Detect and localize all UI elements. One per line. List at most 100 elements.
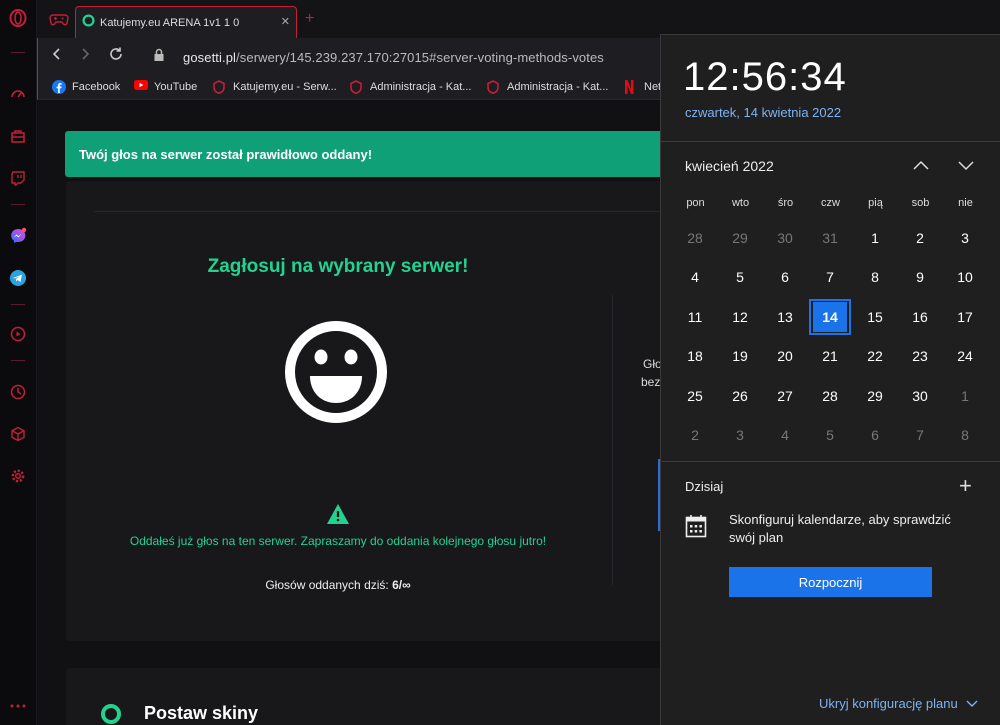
- bookmark-label: Administracja - Kat...: [507, 81, 609, 93]
- hide-plan-config-link[interactable]: Ukryj konfigurację planu: [819, 696, 978, 711]
- calendar-day-number: 24: [957, 348, 973, 364]
- calendar-day[interactable]: 18: [674, 338, 716, 374]
- bookmark-administracja-2[interactable]: Administracja - Kat...: [487, 80, 609, 95]
- sidebar-separator: [11, 52, 25, 53]
- calendar-day-number: 21: [822, 348, 838, 364]
- previous-month-chevron-up-icon[interactable]: [911, 155, 931, 175]
- calendar-day-number: 4: [691, 269, 699, 285]
- bookmark-katujemy-serwery[interactable]: Katujemy.eu - Serw...: [213, 80, 337, 95]
- calendar-day[interactable]: 28: [674, 220, 716, 256]
- calendar-day[interactable]: 27: [764, 378, 806, 414]
- messenger-icon[interactable]: [8, 226, 28, 246]
- calendar-day[interactable]: 22: [854, 338, 896, 374]
- calendar-day[interactable]: 16: [899, 299, 941, 335]
- calendar-day[interactable]: 28: [809, 378, 851, 414]
- month-title[interactable]: kwiecień 2022: [685, 158, 774, 174]
- calendar-day[interactable]: 20: [764, 338, 806, 374]
- calendar-day[interactable]: 1: [854, 220, 896, 256]
- calendar-day[interactable]: 1: [944, 378, 986, 414]
- katujemy-ring-icon: [100, 703, 122, 725]
- gx-corner-icon[interactable]: [8, 126, 28, 146]
- reload-icon[interactable]: [108, 46, 124, 67]
- calendar-day-number: 18: [687, 348, 703, 364]
- calendar-day[interactable]: 3: [944, 220, 986, 256]
- warning-triangle-icon: [326, 503, 350, 525]
- bookmark-youtube[interactable]: YouTube: [134, 80, 197, 94]
- next-month-chevron-down-icon[interactable]: [956, 155, 976, 175]
- votes-today-label: Głosów oddanych dziś:: [265, 578, 389, 592]
- forward-icon[interactable]: [78, 46, 92, 67]
- history-icon[interactable]: [8, 382, 28, 402]
- calendar-day-today[interactable]: 14: [809, 299, 851, 335]
- calendar-day[interactable]: 24: [944, 338, 986, 374]
- truncated-text: Gło: [643, 357, 662, 371]
- calendar-day[interactable]: 9: [899, 259, 941, 295]
- bookmark-netflix[interactable]: Net: [624, 80, 661, 94]
- calendar-day[interactable]: 6: [854, 417, 896, 453]
- calendar-day[interactable]: 7: [899, 417, 941, 453]
- tab-close-icon[interactable]: ✕: [281, 15, 290, 28]
- calendar-day[interactable]: 2: [899, 220, 941, 256]
- opera-logo-icon[interactable]: [8, 8, 28, 28]
- calendar-day[interactable]: 10: [944, 259, 986, 295]
- url-field[interactable]: gosetti.pl/serwery/145.239.237.170:27015…: [183, 50, 604, 65]
- lock-icon[interactable]: [153, 48, 165, 67]
- calendar-day[interactable]: 25: [674, 378, 716, 414]
- calendar-day-number: 22: [867, 348, 883, 364]
- calendar-day[interactable]: 6: [764, 259, 806, 295]
- calendar-day[interactable]: 31: [809, 220, 851, 256]
- calendar-day[interactable]: 12: [719, 299, 761, 335]
- calendar-day[interactable]: 19: [719, 338, 761, 374]
- hide-plan-label: Ukryj konfigurację planu: [819, 696, 958, 711]
- player-icon[interactable]: [8, 324, 28, 344]
- calendar-day[interactable]: 8: [854, 259, 896, 295]
- calendar-day[interactable]: 3: [719, 417, 761, 453]
- calendar-day[interactable]: 4: [764, 417, 806, 453]
- calendar-day-number: 8: [871, 269, 879, 285]
- calendar-day[interactable]: 26: [719, 378, 761, 414]
- twitch-icon[interactable]: [8, 168, 28, 188]
- calendar-day[interactable]: 5: [719, 259, 761, 295]
- calendar-day[interactable]: 5: [809, 417, 851, 453]
- weekday-4: czw: [821, 197, 840, 209]
- calendar-day[interactable]: 30: [899, 378, 941, 414]
- calendar-day-number: 7: [826, 269, 834, 285]
- gamepad-icon[interactable]: [49, 9, 71, 29]
- calendar-day-number: 2: [691, 427, 699, 443]
- add-event-plus-icon[interactable]: +: [959, 473, 972, 499]
- calendar-day[interactable]: 7: [809, 259, 851, 295]
- calendar-day[interactable]: 11: [674, 299, 716, 335]
- sidebar-separator: [11, 204, 25, 205]
- bookmark-administracja-1[interactable]: Administracja - Kat...: [350, 80, 471, 95]
- bookmark-facebook[interactable]: Facebook: [52, 80, 120, 94]
- tab-bar: Katujemy.eu ARENA 1v1 1 0 ✕ +: [37, 0, 1000, 38]
- calendar-day[interactable]: 29: [854, 378, 896, 414]
- speed-dial-icon[interactable]: [8, 84, 28, 104]
- calendar-day[interactable]: 30: [764, 220, 806, 256]
- calendar-day[interactable]: 21: [809, 338, 851, 374]
- calendar-day[interactable]: 8: [944, 417, 986, 453]
- telegram-icon[interactable]: [8, 268, 28, 288]
- settings-gear-icon[interactable]: [8, 466, 28, 486]
- more-dots-icon[interactable]: [8, 696, 28, 716]
- back-icon[interactable]: [50, 46, 64, 67]
- calendar-day[interactable]: 4: [674, 259, 716, 295]
- calendar-day-number: 1: [871, 230, 879, 246]
- calendar-day[interactable]: 23: [899, 338, 941, 374]
- calendar-day[interactable]: 15: [854, 299, 896, 335]
- calendar-day-number: 28: [687, 230, 703, 246]
- calendar-day[interactable]: 13: [764, 299, 806, 335]
- extensions-cube-icon[interactable]: [8, 424, 28, 444]
- bookmark-label: Net: [644, 81, 662, 93]
- start-button[interactable]: Rozpocznij: [729, 567, 932, 597]
- new-tab-button[interactable]: +: [305, 10, 314, 28]
- calendar-day[interactable]: 2: [674, 417, 716, 453]
- tab-katujemy[interactable]: Katujemy.eu ARENA 1v1 1 0 ✕: [75, 6, 297, 38]
- calendar-day[interactable]: 29: [719, 220, 761, 256]
- calendar-day-number: 9: [916, 269, 924, 285]
- calendar-day-number: 17: [957, 309, 973, 325]
- configure-calendars-text: Skonfiguruj kalendarze, aby sprawdzić sw…: [729, 512, 951, 545]
- full-date-link[interactable]: czwartek, 14 kwietnia 2022: [685, 105, 841, 120]
- calendar-day[interactable]: 17: [944, 299, 986, 335]
- calendar-day-number: 27: [777, 388, 793, 404]
